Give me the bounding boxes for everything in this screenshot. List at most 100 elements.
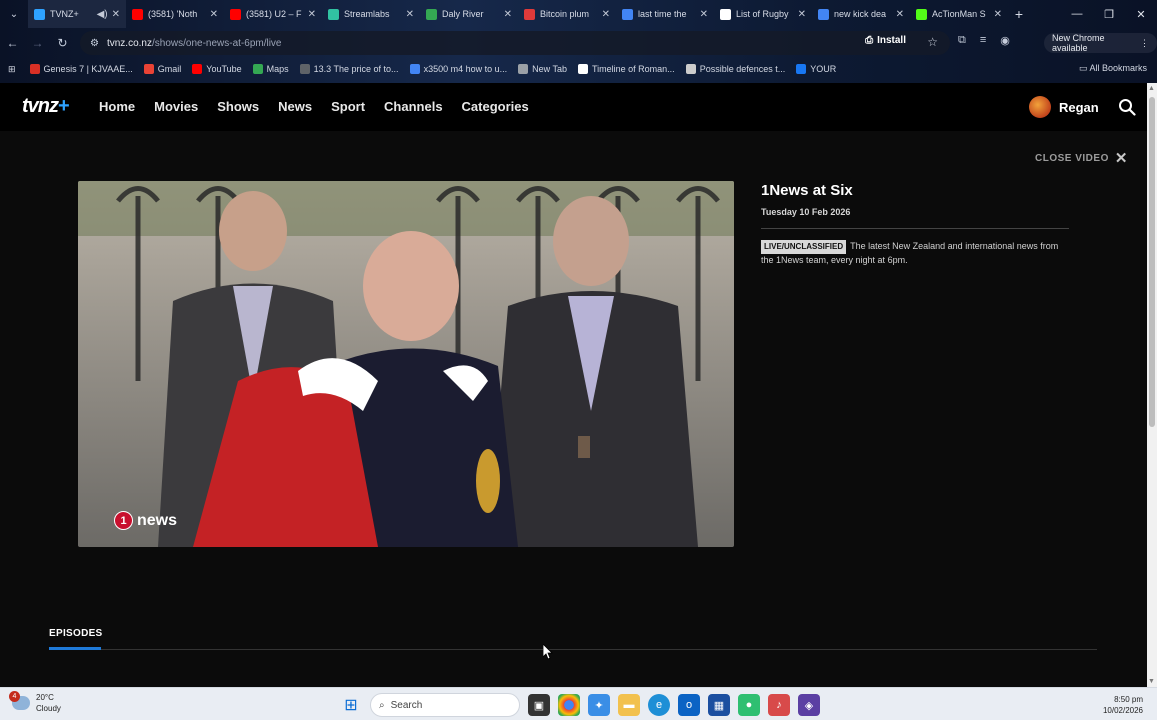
nav-categories[interactable]: Categories xyxy=(462,99,529,114)
new-chrome-button[interactable]: New Chrome available ⋮ xyxy=(1044,33,1157,53)
minimize-icon[interactable]: — xyxy=(1061,0,1093,28)
google-favicon-icon xyxy=(818,8,829,20)
bookmark-item[interactable]: Gmail xyxy=(143,64,181,74)
speaker-icon[interactable]: ◀) xyxy=(97,9,108,20)
watermark-text: news xyxy=(137,511,178,529)
tab-tvnz[interactable]: TVNZ+ ◀) ✕ xyxy=(28,0,126,28)
scrollbar-thumb[interactable] xyxy=(1149,97,1155,427)
bookmark-favicon-icon xyxy=(299,64,310,74)
bookmark-item[interactable]: x3500 m4 how to u... xyxy=(409,64,507,74)
nav-sport[interactable]: Sport xyxy=(331,99,365,114)
taskbar-search[interactable]: ⌕ Search xyxy=(370,693,520,717)
forward-icon[interactable]: → xyxy=(25,36,50,50)
bookmark-item[interactable]: Maps xyxy=(252,64,289,74)
bookmark-item[interactable]: New Tab xyxy=(518,64,567,74)
edge-icon[interactable]: e xyxy=(648,694,670,716)
chrome-icon[interactable] xyxy=(558,694,580,716)
tab-episodes[interactable]: EPISODES xyxy=(49,628,103,639)
tab-streamlabs[interactable]: Streamlabs ✕ xyxy=(322,0,420,28)
new-tab-button[interactable]: + xyxy=(1008,6,1030,22)
tab-bitcoin[interactable]: Bitcoin plum ✕ xyxy=(518,0,616,28)
close-icon: ✕ xyxy=(1114,150,1128,167)
all-bookmarks-label: All Bookmarks xyxy=(1089,63,1147,73)
nav-movies[interactable]: Movies xyxy=(154,99,198,114)
bookmark-item[interactable]: YouTube xyxy=(192,64,242,74)
close-tab-icon[interactable]: ✕ xyxy=(112,9,120,20)
close-tab-icon[interactable]: ✕ xyxy=(602,9,610,20)
bookmark-item[interactable]: Possible defences t... xyxy=(685,64,785,74)
scroll-down-icon[interactable]: ▼ xyxy=(1148,678,1155,685)
nav-shows[interactable]: Shows xyxy=(217,99,259,114)
bookmark-label: Genesis 7 | KJVAAE... xyxy=(43,64,133,74)
windows-start-icon[interactable]: ⊞ xyxy=(340,694,362,716)
tab-title: AcTionMan S xyxy=(932,9,986,19)
app-green-icon[interactable]: ● xyxy=(738,694,760,716)
tab-search-icon[interactable]: ⌄ xyxy=(0,0,28,28)
store-icon[interactable]: ▦ xyxy=(708,694,730,716)
facebook-icon xyxy=(796,64,807,74)
nav-channels[interactable]: Channels xyxy=(384,99,443,114)
task-view-icon[interactable]: ▣ xyxy=(528,694,550,716)
app-purple-icon[interactable]: ◈ xyxy=(798,694,820,716)
bookmark-item[interactable]: YOUR xyxy=(796,64,836,74)
tab-youtube-1[interactable]: (3581) 'Noth ✕ xyxy=(126,0,224,28)
scroll-up-icon[interactable]: ▲ xyxy=(1148,85,1155,92)
close-tab-icon[interactable]: ✕ xyxy=(700,9,708,20)
nav-home[interactable]: Home xyxy=(99,99,135,114)
tab-maps[interactable]: Daly River ✕ xyxy=(420,0,518,28)
close-tab-icon[interactable]: ✕ xyxy=(994,9,1002,20)
user-profile[interactable]: Regan xyxy=(1029,96,1099,118)
app-red-icon[interactable]: ♪ xyxy=(768,694,790,716)
tab-kick[interactable]: AcTionMan S ✕ xyxy=(910,0,1008,28)
close-tab-icon[interactable]: ✕ xyxy=(406,9,414,20)
search-icon[interactable] xyxy=(1118,98,1136,116)
mouse-cursor-icon xyxy=(543,644,553,660)
copilot-icon[interactable]: ✦ xyxy=(588,694,610,716)
media-control-icon[interactable]: ≡ xyxy=(980,34,986,47)
tab-wikipedia[interactable]: List of Rugby ✕ xyxy=(714,0,812,28)
url-path: /shows/one-news-at-6pm/live xyxy=(152,37,282,49)
close-video-button[interactable]: CLOSE VIDEO ✕ xyxy=(1035,149,1128,167)
close-tab-icon[interactable]: ✕ xyxy=(504,9,512,20)
close-tab-icon[interactable]: ✕ xyxy=(308,9,316,20)
weather-widget[interactable]: 4 20°C Cloudy xyxy=(9,691,61,714)
address-bar[interactable]: ⚙ tvnz.co.nz/shows/one-news-at-6pm/live … xyxy=(80,31,950,55)
back-icon[interactable]: ← xyxy=(0,36,25,50)
extensions-icon[interactable]: ⧉ xyxy=(958,34,966,47)
file-explorer-icon[interactable]: ▬ xyxy=(618,694,640,716)
bookmark-item[interactable]: Genesis 7 | KJVAAE... xyxy=(29,64,133,74)
restore-icon[interactable]: ❐ xyxy=(1093,0,1125,28)
tab-youtube-2[interactable]: (3581) U2 – F ✕ xyxy=(224,0,322,28)
url-text[interactable]: tvnz.co.nz/shows/one-news-at-6pm/live xyxy=(107,38,282,49)
user-name: Regan xyxy=(1059,99,1099,115)
site-info-icon[interactable]: ⚙ xyxy=(90,38,99,49)
tvnz-logo[interactable]: tvnz+ xyxy=(22,95,70,118)
profile-icon[interactable]: ◉ xyxy=(1000,34,1010,47)
reload-icon[interactable]: ↻ xyxy=(50,36,75,50)
video-player[interactable]: 1 news xyxy=(78,181,734,547)
bookmark-item[interactable]: 13.3 The price of to... xyxy=(299,64,399,74)
close-window-icon[interactable]: ✕ xyxy=(1125,0,1157,28)
install-button[interactable]: ⎙ Install xyxy=(865,35,906,46)
active-tab-indicator xyxy=(49,647,101,650)
tab-google-1[interactable]: last time the ✕ xyxy=(616,0,714,28)
nav-news[interactable]: News xyxy=(278,99,312,114)
tab-google-2[interactable]: new kick dea ✕ xyxy=(812,0,910,28)
page-scrollbar[interactable]: ▲ ▼ xyxy=(1147,83,1157,687)
window-controls: — ❐ ✕ xyxy=(1061,0,1157,28)
logo-plus: + xyxy=(58,95,70,117)
outlook-icon[interactable]: o xyxy=(678,694,700,716)
bookmark-star-icon[interactable]: ☆ xyxy=(927,35,938,49)
bookmark-favicon-icon xyxy=(685,64,696,74)
close-tab-icon[interactable]: ✕ xyxy=(798,9,806,20)
close-tab-icon[interactable]: ✕ xyxy=(210,9,218,20)
bookmark-item[interactable]: Timeline of Roman... xyxy=(577,64,675,74)
divider xyxy=(49,649,1097,650)
tab-title: List of Rugby xyxy=(736,9,789,19)
close-tab-icon[interactable]: ✕ xyxy=(896,9,904,20)
show-title: 1News at Six xyxy=(761,182,853,199)
all-bookmarks-button[interactable]: ▭ All Bookmarks xyxy=(1079,63,1147,74)
apps-grid-icon[interactable]: ⊞ xyxy=(8,64,16,75)
system-clock[interactable]: 8:50 pm 10/02/2026 xyxy=(1103,694,1143,716)
wikipedia-favicon-icon xyxy=(720,8,731,20)
